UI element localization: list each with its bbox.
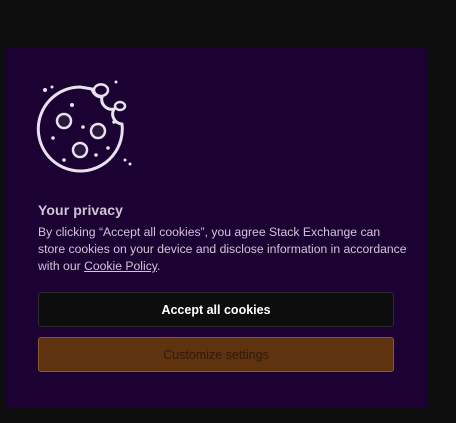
privacy-description: By clicking “Accept all cookies”, you ag… bbox=[38, 224, 408, 275]
cookie-icon bbox=[36, 80, 132, 173]
customize-settings-button[interactable]: Customize settings bbox=[38, 337, 394, 372]
privacy-title: Your privacy bbox=[38, 202, 123, 218]
cookie-consent-dialog: Your privacy By clicking “Accept all coo… bbox=[6, 48, 427, 408]
accept-all-cookies-button[interactable]: Accept all cookies bbox=[38, 292, 394, 327]
cookie-policy-link[interactable]: Cookie Policy bbox=[84, 259, 157, 273]
privacy-text-end: . bbox=[157, 259, 161, 273]
